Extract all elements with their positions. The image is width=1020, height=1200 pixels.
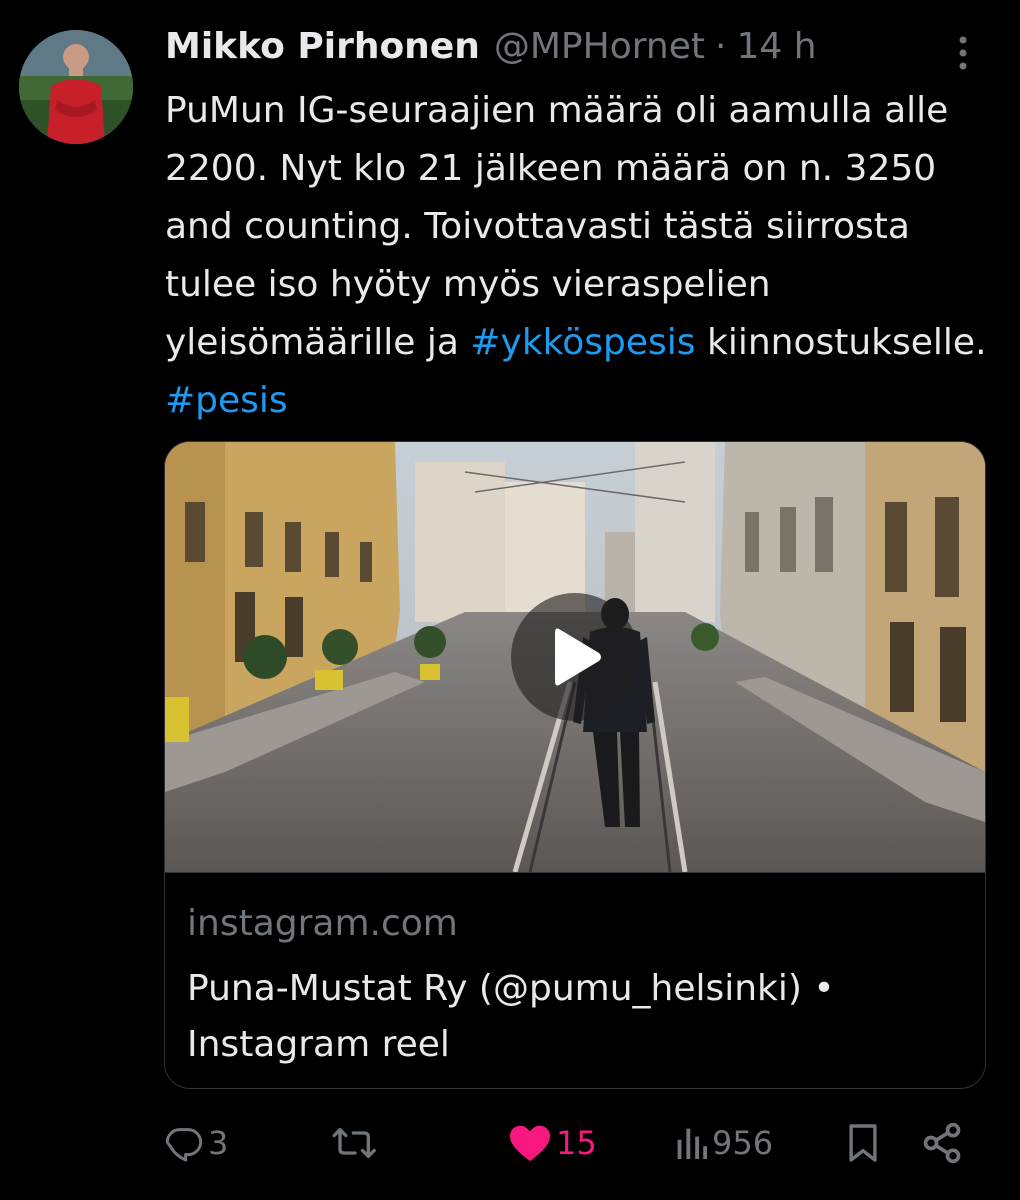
more-vertical-icon[interactable] (951, 34, 975, 74)
link-preview-card[interactable]: instagram.com Puna-Mustat Ry (@pumu_hels… (164, 441, 986, 1089)
hashtag-pesis[interactable]: #pesis (165, 380, 288, 421)
card-meta[interactable]: instagram.com Puna-Mustat Ry (@pumu_hels… (165, 872, 985, 1088)
views-bar-chart-icon (677, 1128, 708, 1159)
tweet-header: Mikko Pirhonen @MPHornet · 14 h (165, 26, 817, 74)
tweet[interactable]: Mikko Pirhonen @MPHornet · 14 h PuMun IG… (0, 0, 1020, 1200)
author-handle[interactable]: @MPHornet (494, 26, 705, 67)
bookmark-button[interactable] (846, 1110, 880, 1176)
hashtag-ykkospesis[interactable]: #ykköspesis (470, 322, 695, 363)
reply-icon (165, 1128, 203, 1162)
tweet-text-part-2: kiinnostukselle. (695, 322, 987, 363)
play-button[interactable] (511, 593, 639, 721)
card-title: Puna-Mustat Ry (@pumu_helsinki) • Instag… (187, 968, 835, 1065)
tweet-text: PuMun IG-seuraajien määrä oli aamulla al… (165, 82, 1005, 430)
video-thumbnail[interactable] (165, 442, 985, 872)
repost-button[interactable] (331, 1110, 383, 1176)
views-count: 956 (712, 1124, 774, 1162)
repost-icon (332, 1128, 376, 1158)
author-name[interactable]: Mikko Pirhonen (165, 26, 480, 67)
reply-button[interactable]: 3 (164, 1110, 228, 1176)
reply-count: 3 (208, 1124, 229, 1162)
heart-filled-icon (510, 1125, 550, 1162)
share-icon (923, 1122, 961, 1164)
action-bar: 3 15 956 (0, 1110, 1020, 1176)
like-button[interactable]: 15 (508, 1110, 597, 1176)
play-icon (555, 628, 601, 686)
avatar[interactable] (19, 30, 133, 144)
bookmark-icon (849, 1124, 877, 1162)
avatar-image (19, 30, 133, 144)
like-count: 15 (556, 1124, 597, 1162)
views-button[interactable]: 956 (676, 1110, 773, 1176)
separator-dot: · (714, 26, 727, 67)
tweet-timestamp[interactable]: 14 h (736, 26, 816, 67)
card-domain: instagram.com (187, 903, 458, 944)
share-button[interactable] (920, 1110, 964, 1176)
